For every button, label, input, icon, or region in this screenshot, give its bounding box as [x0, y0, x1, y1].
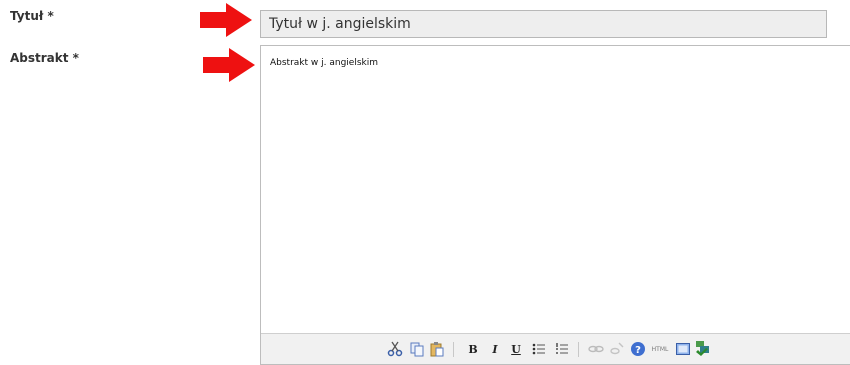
title-label: Tytuł *	[10, 9, 54, 23]
link-icon[interactable]	[587, 340, 605, 358]
toolbar-separator	[578, 342, 579, 357]
html-source-icon[interactable]: HTML	[649, 340, 671, 358]
title-input[interactable]	[260, 10, 827, 38]
paste-icon[interactable]	[428, 340, 446, 358]
editor-toolbar: B I U ? HTML	[261, 333, 850, 364]
bold-button[interactable]: B	[464, 340, 482, 358]
red-arrow-icon	[200, 3, 252, 37]
fullscreen-icon[interactable]	[674, 340, 692, 358]
abstract-editor[interactable]: Abstrakt w j. angielskim B I U ? HTML	[260, 45, 850, 365]
help-icon[interactable]: ?	[629, 340, 647, 358]
unlink-icon[interactable]	[608, 340, 626, 358]
underline-button[interactable]: U	[507, 340, 525, 358]
bullet-list-icon[interactable]	[530, 340, 548, 358]
copy-icon[interactable]	[408, 340, 426, 358]
italic-button[interactable]: I	[486, 340, 504, 358]
svg-text:?: ?	[635, 345, 641, 356]
red-arrow-icon	[203, 48, 255, 82]
numbered-list-icon[interactable]	[553, 340, 571, 358]
spellcheck-icon[interactable]	[694, 340, 712, 358]
abstract-label: Abstrakt *	[10, 51, 79, 65]
abstract-text[interactable]: Abstrakt w j. angielskim	[270, 58, 378, 68]
cut-icon[interactable]	[386, 340, 404, 358]
toolbar-separator	[453, 342, 454, 357]
